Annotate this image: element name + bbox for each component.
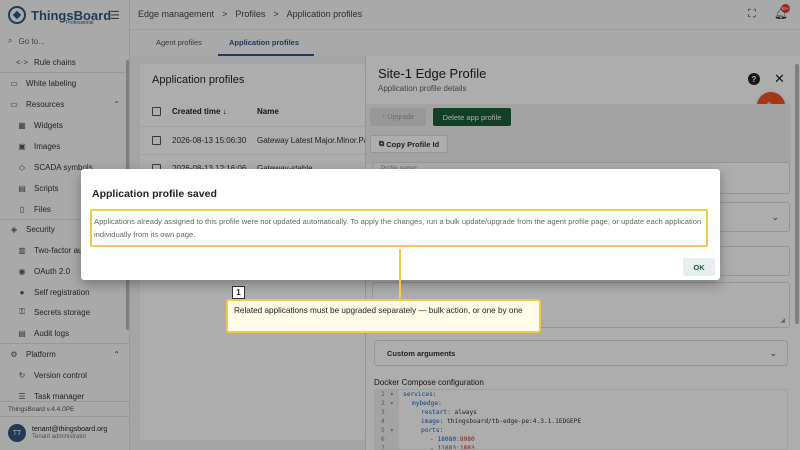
- callout-number: 1: [232, 286, 245, 299]
- callout-connector: [399, 249, 401, 299]
- dialog-message: Applications already assigned to this pr…: [90, 209, 708, 247]
- dialog-title: Application profile saved: [92, 188, 217, 200]
- ok-button[interactable]: OK: [683, 258, 715, 276]
- callout-note: Related applications must be upgraded se…: [226, 299, 541, 333]
